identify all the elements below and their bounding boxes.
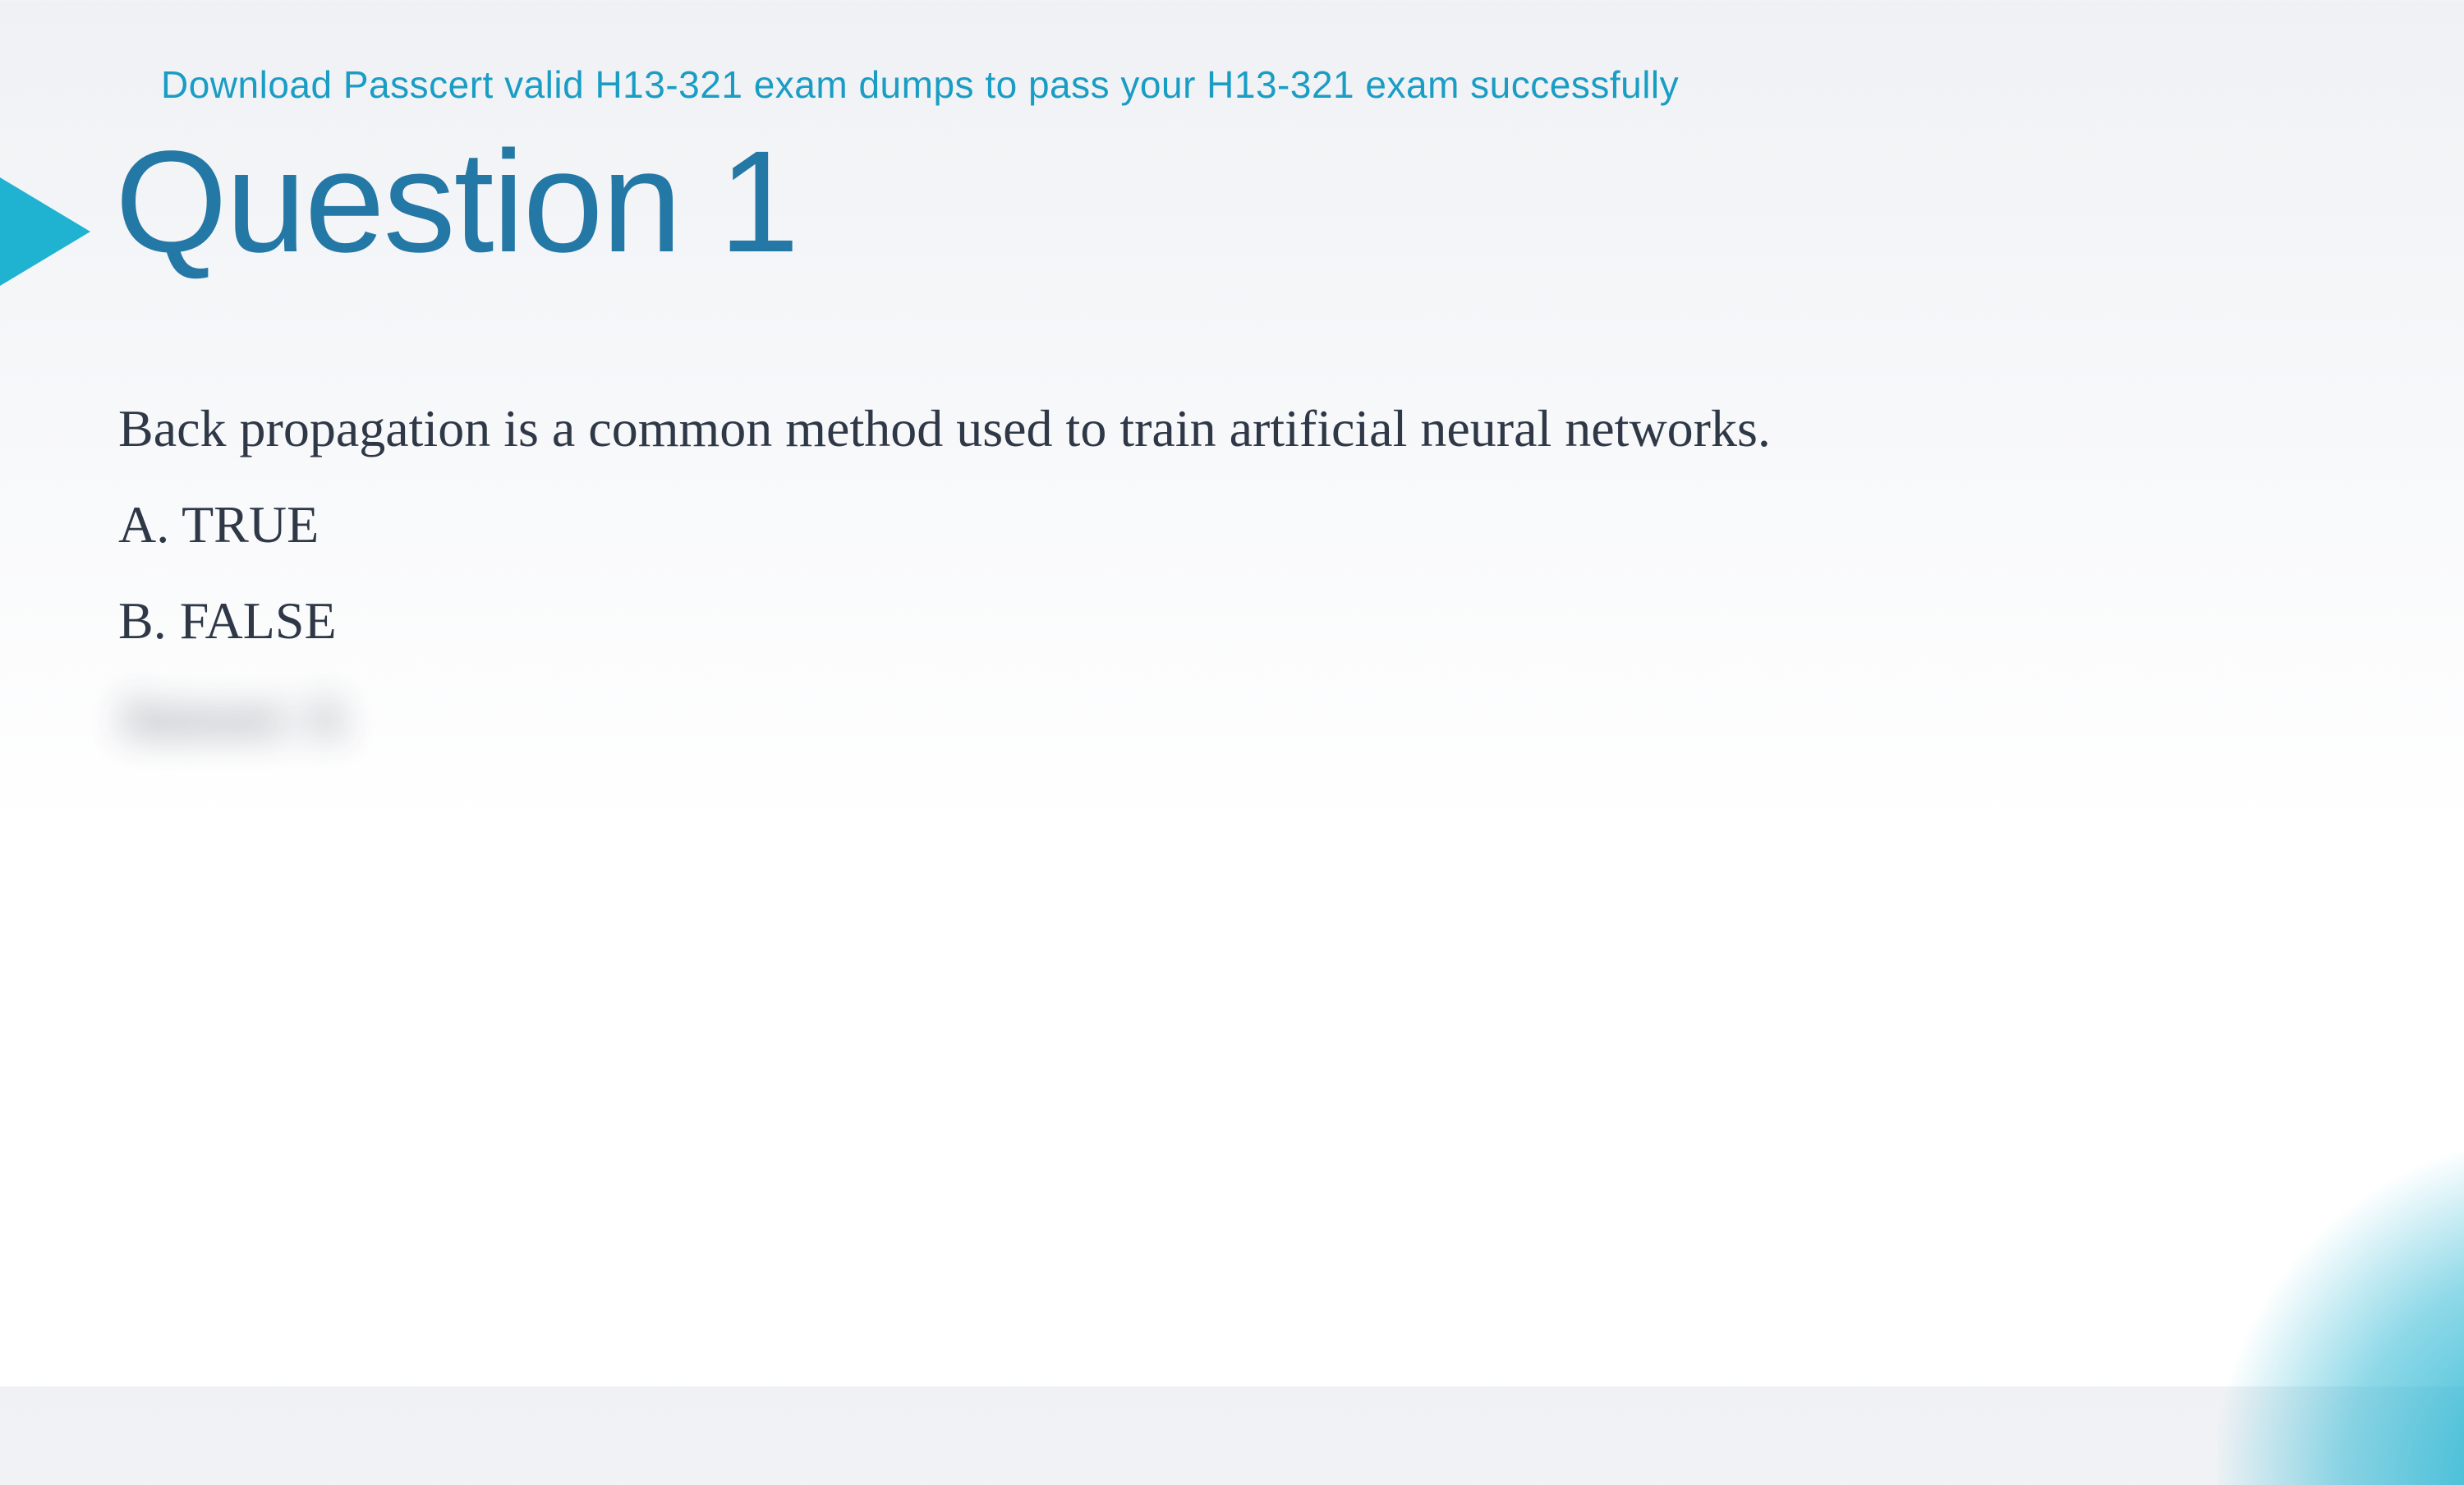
corner-accent-decoration: [2218, 1140, 2464, 1485]
option-b: B. FALSE: [118, 586, 2336, 655]
question-title: Question 1: [115, 119, 798, 285]
question-stem: Back propagation is a common method used…: [118, 394, 2336, 462]
triangle-bullet-icon: [0, 172, 90, 291]
answer-line-blurred: Answer: A: [118, 683, 2336, 752]
banner-text: Download Passcert valid H13-321 exam dum…: [161, 62, 1679, 107]
question-body: Back propagation is a common method used…: [118, 394, 2336, 752]
option-a: A. TRUE: [118, 490, 2336, 559]
